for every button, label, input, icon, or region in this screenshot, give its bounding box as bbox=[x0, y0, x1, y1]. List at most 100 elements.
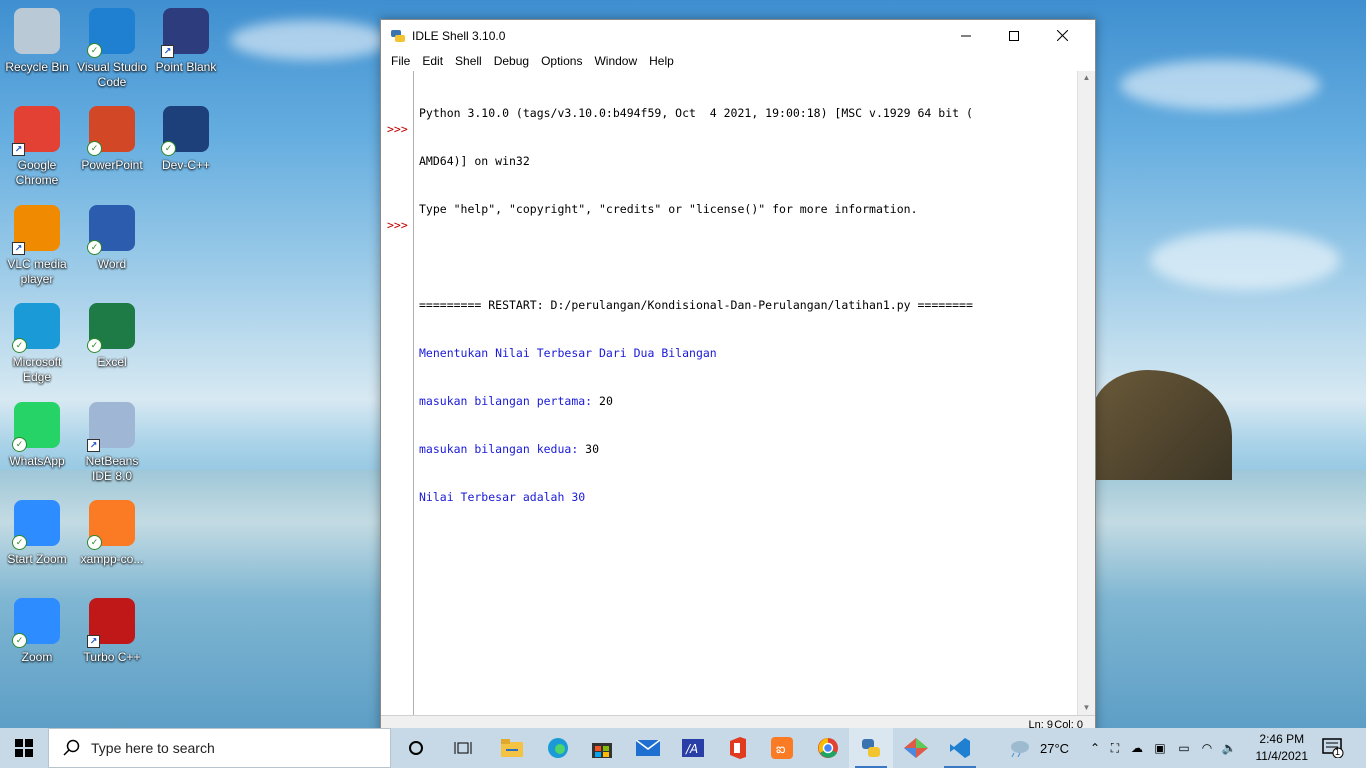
taskbar-chrome[interactable] bbox=[806, 728, 850, 768]
desktop-icon[interactable]: ↗ VLC media player bbox=[0, 205, 74, 287]
sync-status-icon: ✓ bbox=[87, 240, 102, 255]
vlc-icon: ↗ bbox=[12, 205, 60, 255]
input-prompt: masukan bilangan pertama: bbox=[419, 394, 600, 408]
taskbar-mail[interactable] bbox=[626, 728, 670, 768]
desktop-icon[interactable]: Recycle Bin bbox=[0, 8, 74, 75]
desktop-icon[interactable]: ✓ Visual Studio Code bbox=[75, 8, 149, 90]
onedrive-icon[interactable]: ☁ bbox=[1126, 741, 1148, 755]
menu-shell[interactable]: Shell bbox=[449, 54, 488, 68]
shortcut-arrow-icon: ↗ bbox=[87, 635, 100, 648]
title-bar[interactable]: IDLE Shell 3.10.0 bbox=[381, 20, 1095, 51]
clock-date: 11/4/2021 bbox=[1255, 749, 1309, 763]
search-placeholder: Type here to search bbox=[91, 740, 215, 756]
cortana-button[interactable] bbox=[394, 728, 438, 768]
desktop-icon[interactable]: ✓ Zoom bbox=[0, 598, 74, 665]
network-share-icon[interactable]: ▣ bbox=[1148, 741, 1172, 755]
taskbar-ai-app[interactable]: /A bbox=[671, 728, 715, 768]
task-view-button[interactable] bbox=[441, 728, 485, 768]
shell-output[interactable]: Python 3.10.0 (tags/v3.10.0:b494f59, Oct… bbox=[419, 73, 1065, 713]
sync-status-icon: ✓ bbox=[87, 338, 102, 353]
desktop-icon-label: Visual Studio Code bbox=[77, 60, 147, 89]
vscode-icon: ✓ bbox=[87, 8, 135, 58]
desktop-icon-label: Turbo C++ bbox=[83, 650, 141, 664]
user-input: 20 bbox=[599, 394, 613, 408]
sync-status-icon: ✓ bbox=[12, 633, 27, 648]
menu-edit[interactable]: Edit bbox=[416, 54, 449, 68]
maximize-button[interactable] bbox=[991, 20, 1037, 51]
output-line: AMD64)] on win32 bbox=[419, 154, 530, 168]
meet-now-icon[interactable]: ⛶ bbox=[1104, 741, 1126, 756]
system-tray: ⌃ ⛶ ☁ ▣ ▭ ◠ 🔈 bbox=[1086, 728, 1240, 768]
desktop-icon[interactable]: ✓ Excel bbox=[75, 303, 149, 370]
word-icon: ✓ bbox=[87, 205, 135, 255]
desktop-icon-label: Microsoft Edge bbox=[12, 355, 62, 384]
shell-editor[interactable]: >>> >>> Python 3.10.0 (tags/v3.10.0:b494… bbox=[381, 71, 1095, 715]
weather-widget[interactable]: 27°C bbox=[1008, 728, 1069, 768]
user-input: 30 bbox=[585, 442, 600, 456]
excel-icon: ✓ bbox=[87, 303, 135, 353]
menu-help[interactable]: Help bbox=[643, 54, 680, 68]
sync-status-icon: ✓ bbox=[87, 535, 102, 550]
vertical-scrollbar[interactable]: ▲ ▼ bbox=[1077, 71, 1095, 715]
taskbar-clock[interactable]: 2:46 PM 11/4/2021 bbox=[1256, 731, 1309, 765]
desktop-icon-label: Point Blank bbox=[155, 60, 217, 74]
taskbar-file-explorer[interactable] bbox=[490, 728, 534, 768]
menu-debug[interactable]: Debug bbox=[488, 54, 535, 68]
desktop-icon[interactable]: ✓ xampp-co... bbox=[75, 500, 149, 567]
desktop-icon[interactable]: ✓ Word bbox=[75, 205, 149, 272]
taskbar-xampp[interactable]: ఐ bbox=[760, 728, 804, 768]
desktop-icon-label: xampp-co... bbox=[80, 552, 144, 566]
point-blank-icon: ↗ bbox=[161, 8, 209, 58]
desktop-icon[interactable]: ↗ Google Chrome bbox=[0, 106, 74, 188]
desktop-icon-label: Word bbox=[97, 257, 127, 271]
desktop-icon[interactable]: ✓ Dev-C++ bbox=[149, 106, 223, 173]
scroll-up-icon[interactable]: ▲ bbox=[1078, 71, 1095, 85]
svg-text:ఐ: ఐ bbox=[776, 742, 785, 757]
sync-status-icon: ✓ bbox=[87, 141, 102, 156]
notification-icon bbox=[1322, 738, 1344, 758]
volume-icon[interactable]: 🔈 bbox=[1218, 741, 1240, 755]
start-button[interactable] bbox=[2, 728, 46, 768]
scroll-down-icon[interactable]: ▼ bbox=[1078, 701, 1095, 715]
xampp-icon: ✓ bbox=[87, 500, 135, 550]
taskbar-gem-app[interactable] bbox=[894, 728, 938, 768]
menu-file[interactable]: File bbox=[385, 54, 416, 68]
menu-options[interactable]: Options bbox=[535, 54, 588, 68]
desktop-icon[interactable]: ↗ Point Blank bbox=[149, 8, 223, 75]
desktop-icon[interactable]: ✓ Start Zoom bbox=[0, 500, 74, 567]
devcpp-icon: ✓ bbox=[161, 106, 209, 156]
restart-line: ========= RESTART: D:/perulangan/Kondisi… bbox=[419, 298, 973, 312]
zoom-icon: ✓ bbox=[12, 598, 60, 648]
minimize-icon bbox=[961, 35, 971, 36]
output-line: Menentukan Nilai Terbesar Dari Dua Bilan… bbox=[419, 346, 717, 360]
recycle-bin-icon bbox=[14, 8, 60, 54]
taskbar-office[interactable] bbox=[716, 728, 760, 768]
taskbar-vscode[interactable] bbox=[938, 728, 982, 768]
window-title: IDLE Shell 3.10.0 bbox=[412, 28, 506, 43]
shell-prompt: >>> bbox=[387, 218, 408, 232]
taskbar-edge[interactable] bbox=[536, 728, 580, 768]
taskbar-python-idle[interactable] bbox=[849, 728, 893, 768]
notification-center-button[interactable]: 1 bbox=[1322, 728, 1344, 768]
menu-window[interactable]: Window bbox=[588, 54, 643, 68]
idle-shell-window[interactable]: IDLE Shell 3.10.0 File Edit Shell Debug … bbox=[380, 19, 1096, 737]
desktop-icon[interactable]: ✓ PowerPoint bbox=[75, 106, 149, 173]
xampp-icon: ఐ bbox=[771, 737, 793, 759]
minimize-button[interactable] bbox=[943, 20, 989, 51]
close-button[interactable] bbox=[1039, 20, 1085, 51]
desktop-icon-label: PowerPoint bbox=[81, 158, 143, 172]
sync-status-icon: ✓ bbox=[12, 535, 27, 550]
office-icon bbox=[730, 737, 746, 759]
battery-icon[interactable]: ▭ bbox=[1172, 741, 1196, 755]
menu-bar: File Edit Shell Debug Options Window Hel… bbox=[381, 51, 1095, 71]
taskbar: Type here to search /A ఐ 27°C ⌃ ⛶ ☁ ▣ ▭ … bbox=[0, 728, 1366, 768]
taskbar-store[interactable] bbox=[580, 728, 624, 768]
desktop-icon[interactable]: ↗ Turbo C++ bbox=[75, 598, 149, 665]
desktop-icon[interactable]: ✓ WhatsApp bbox=[0, 402, 74, 469]
notification-count: 1 bbox=[1335, 747, 1341, 757]
desktop-icon[interactable]: ↗ NetBeans IDE 8.0 bbox=[75, 402, 149, 484]
desktop-icon[interactable]: ✓ Microsoft Edge bbox=[0, 303, 74, 385]
chevron-up-icon[interactable]: ⌃ bbox=[1086, 741, 1104, 755]
wifi-icon[interactable]: ◠ bbox=[1196, 741, 1218, 755]
taskbar-search-box[interactable]: Type here to search bbox=[48, 728, 391, 768]
